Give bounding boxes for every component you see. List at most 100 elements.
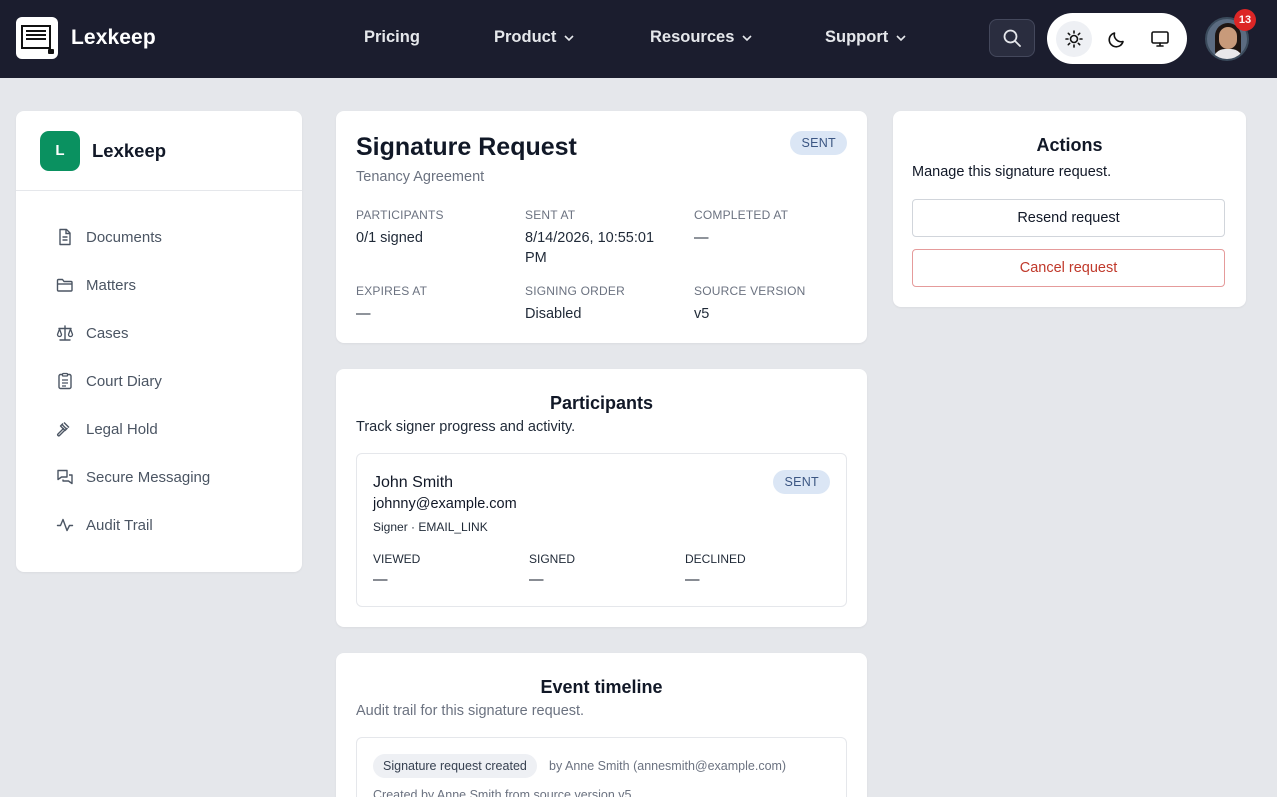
field-label: COMPLETED AT xyxy=(694,208,789,222)
field-label: SIGNING ORDER xyxy=(525,284,625,298)
messages-icon xyxy=(57,469,73,485)
sun-icon xyxy=(1065,29,1084,48)
cancel-request-button[interactable]: Cancel request xyxy=(912,249,1225,287)
theme-toggle xyxy=(1047,13,1187,64)
scale-icon xyxy=(56,325,74,341)
field-label: SIGNED xyxy=(529,552,576,566)
monitor-icon xyxy=(1150,30,1169,47)
field-value: — xyxy=(529,572,544,588)
nav-support-label: Support xyxy=(825,28,889,46)
field-label: SENT AT xyxy=(525,208,576,222)
sidebar-item-legal-hold[interactable]: Legal Hold xyxy=(16,405,302,453)
participant-declined: DECLINED — xyxy=(685,552,746,588)
theme-light-button[interactable] xyxy=(1056,20,1093,57)
sidebar-item-label: Documents xyxy=(86,228,162,246)
field-label: VIEWED xyxy=(373,552,421,566)
folder-icon xyxy=(56,278,73,292)
sidebar-item-label: Court Diary xyxy=(86,372,162,390)
event-actor: by Anne Smith (annesmith@example.com) xyxy=(549,759,787,773)
timeline-event: Signature request created by Anne Smith … xyxy=(356,737,847,797)
sidebar-item-label: Audit Trail xyxy=(86,516,153,534)
sidebar-item-secure-messaging[interactable]: Secure Messaging xyxy=(16,453,302,501)
nav-resources[interactable]: Resources xyxy=(650,28,753,47)
sidebar-item-court-diary[interactable]: Court Diary xyxy=(16,357,302,405)
timeline-subtitle: Audit trail for this signature request. xyxy=(356,703,585,719)
lexkeep-logo-icon xyxy=(16,17,58,59)
notification-badge: 13 xyxy=(1234,9,1256,31)
sidebar-item-label: Cases xyxy=(86,324,129,342)
activity-icon xyxy=(56,518,74,532)
field-source-version: SOURCE VERSION v5 xyxy=(694,284,844,324)
chevron-down-icon xyxy=(896,34,906,41)
actions-card: Actions Manage this signature request. R… xyxy=(893,111,1246,307)
sidebar-item-label: Legal Hold xyxy=(86,420,158,438)
sidebar-item-matters[interactable]: Matters xyxy=(16,261,302,309)
nav-pricing[interactable]: Pricing xyxy=(364,28,420,47)
participant-status-badge: SENT xyxy=(773,470,830,494)
field-value: Disabled xyxy=(525,306,582,322)
field-expires-at: EXPIRES AT — xyxy=(356,284,506,324)
nav-product[interactable]: Product xyxy=(494,28,575,47)
field-value: — xyxy=(685,572,700,588)
sidebar-item-audit-trail[interactable]: Audit Trail xyxy=(16,501,302,549)
brand-name: Lexkeep xyxy=(71,26,156,49)
event-timeline-card: Event timeline Audit trail for this sign… xyxy=(336,653,867,797)
sidebar-item-label: Matters xyxy=(86,276,137,294)
field-label: EXPIRES AT xyxy=(356,284,428,298)
event-type-tag: Signature request created xyxy=(373,754,537,778)
document-icon xyxy=(59,228,71,246)
participant-name: John Smith xyxy=(373,474,454,491)
field-value: — xyxy=(356,306,371,322)
sidebar-item-cases[interactable]: Cases xyxy=(16,309,302,357)
field-value: v5 xyxy=(694,306,710,322)
participant-viewed: VIEWED — xyxy=(373,552,420,588)
resend-request-button[interactable]: Resend request xyxy=(912,199,1225,237)
field-value: — xyxy=(694,230,709,246)
brand-home-link[interactable]: Lexkeep xyxy=(16,17,156,59)
participants-subtitle: Track signer progress and activity. xyxy=(356,419,576,435)
sidebar: L Lexkeep Documents Matters Cases Court … xyxy=(16,111,302,572)
field-value: — xyxy=(373,572,388,588)
field-value: 8/14/2026, 10:55:01 PM xyxy=(525,230,655,266)
document-name: Tenancy Agreement xyxy=(356,169,485,185)
search-icon xyxy=(1003,29,1021,47)
gavel-icon xyxy=(56,422,70,437)
field-label: PARTICIPANTS xyxy=(356,208,444,222)
participants-title: Participants xyxy=(549,393,654,413)
theme-system-button[interactable] xyxy=(1142,21,1178,57)
nav-product-label: Product xyxy=(494,28,557,46)
actions-title: Actions xyxy=(1036,135,1103,155)
participant-card: John Smith johnny@example.com Signer · E… xyxy=(356,453,847,607)
workspace-logo: L xyxy=(40,130,80,171)
field-label: SOURCE VERSION xyxy=(694,284,806,298)
timeline-title: Event timeline xyxy=(540,677,663,697)
sidebar-header: L Lexkeep xyxy=(16,111,302,191)
field-sent-at: SENT AT 8/14/2026, 10:55:01 PM xyxy=(525,208,670,268)
field-completed-at: COMPLETED AT — xyxy=(694,208,844,248)
signature-request-card: Signature Request Tenancy Agreement SENT… xyxy=(336,111,867,343)
search-button[interactable] xyxy=(989,19,1035,57)
participant-signed: SIGNED — xyxy=(529,552,575,588)
sidebar-item-label: Secure Messaging xyxy=(86,468,211,486)
theme-dark-button[interactable] xyxy=(1099,21,1135,57)
sidebar-menu: Documents Matters Cases Court Diary Lega… xyxy=(16,191,302,549)
page-title: Signature Request xyxy=(356,133,577,161)
participant-email: johnny@example.com xyxy=(373,496,517,512)
participants-card: Participants Track signer progress and a… xyxy=(336,369,867,627)
nav-pricing-label: Pricing xyxy=(364,28,420,46)
event-detail: Created by Anne Smith from source versio… xyxy=(373,788,632,797)
status-badge: SENT xyxy=(790,131,847,155)
moon-icon xyxy=(1108,31,1124,48)
participant-role: Signer · EMAIL_LINK xyxy=(373,520,488,534)
chevron-down-icon xyxy=(742,34,752,41)
top-navigation-bar: Lexkeep Pricing Product Resources Suppor… xyxy=(0,0,1277,78)
field-value: 0/1 signed xyxy=(356,230,423,246)
clipboard-icon xyxy=(58,372,72,390)
actions-subtitle: Manage this signature request. xyxy=(912,164,1112,180)
field-label: DECLINED xyxy=(685,552,746,566)
field-participants: PARTICIPANTS 0/1 signed xyxy=(356,208,506,248)
chevron-down-icon xyxy=(564,34,574,41)
nav-support[interactable]: Support xyxy=(825,28,907,47)
nav-resources-label: Resources xyxy=(650,28,735,46)
sidebar-item-documents[interactable]: Documents xyxy=(16,213,302,261)
